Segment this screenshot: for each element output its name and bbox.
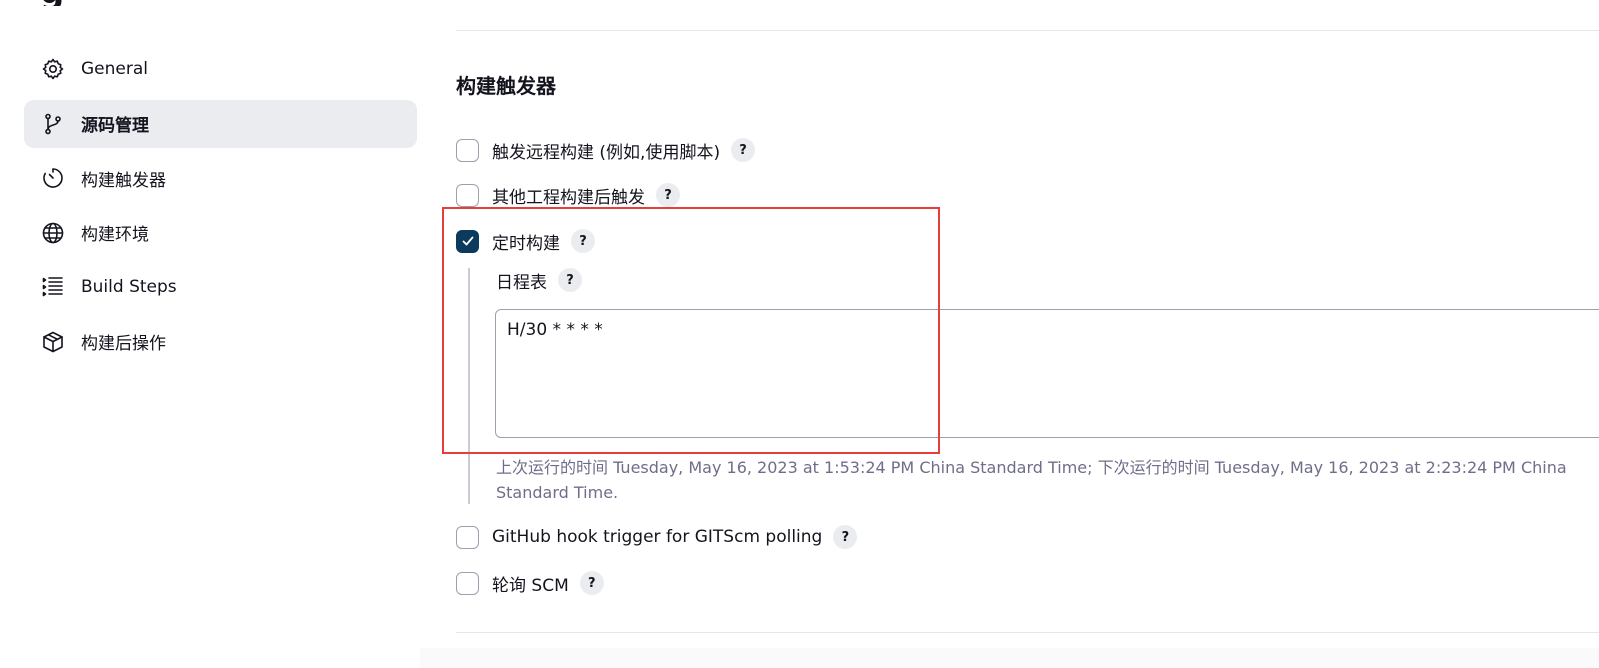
schedule-textarea[interactable]: H/30 * * * *	[495, 309, 1599, 438]
section-divider-top	[456, 30, 1599, 31]
trigger-option-github-hook: GitHub hook trigger for GITScm polling ?	[456, 523, 858, 551]
help-icon[interactable]: ?	[656, 183, 680, 207]
source-branch-icon	[40, 111, 66, 137]
help-icon[interactable]: ?	[731, 138, 756, 162]
help-icon[interactable]: ?	[558, 268, 582, 292]
sidebar-item-post-build-actions[interactable]: 构建后操作	[24, 318, 417, 366]
package-icon	[40, 329, 66, 355]
timer-icon	[40, 165, 66, 191]
after-other-projects-checkbox[interactable]	[456, 183, 479, 207]
sidebar-item-build-steps[interactable]: Build Steps	[24, 263, 417, 311]
trigger-option-build-periodically: 定时构建 ?	[456, 227, 595, 255]
list-steps-icon	[40, 274, 66, 300]
sidebar-item-build-triggers[interactable]: 构建触发器	[24, 154, 417, 202]
help-icon[interactable]: ?	[571, 229, 595, 253]
remote-build-label[interactable]: 触发远程构建 (例如,使用脚本)	[492, 138, 720, 163]
trigger-option-remote-build: 触发远程构建 (例如,使用脚本) ?	[456, 136, 756, 164]
sidebar-item-label: General	[81, 59, 148, 79]
help-icon[interactable]: ?	[579, 571, 604, 595]
page-title: g	[40, 0, 150, 6]
sidebar-item-label: Build Steps	[81, 277, 177, 297]
jenkins-job-config-page: g General 源码管理	[0, 0, 1599, 668]
trigger-option-poll-scm: 轮询 SCM ?	[456, 569, 604, 597]
section-divider-bottom	[456, 632, 1599, 633]
trigger-option-after-other-projects: 其他工程构建后触发 ?	[456, 181, 680, 209]
poll-scm-checkbox[interactable]	[456, 571, 479, 595]
sidebar-item-label: 构建后操作	[81, 334, 166, 354]
build-periodically-checkbox[interactable]	[456, 229, 479, 253]
sidebar-item-general[interactable]: General	[24, 45, 417, 93]
sidebar-item-label: 构建触发器	[81, 170, 166, 191]
footer-area	[420, 648, 1599, 668]
config-sidebar: General 源码管理 构建触发器 构建环境 Build Steps 构建后操…	[24, 45, 417, 372]
schedule-run-info: 上次运行的时间 Tuesday, May 16, 2023 at 1:53:24…	[496, 458, 1567, 502]
build-periodically-label[interactable]: 定时构建	[492, 229, 560, 254]
schedule-label: 日程表	[496, 272, 547, 293]
poll-scm-label[interactable]: 轮询 SCM	[492, 571, 569, 596]
github-hook-label[interactable]: GitHub hook trigger for GITScm polling	[492, 527, 822, 547]
gear-icon	[40, 56, 66, 82]
sidebar-item-label: 构建环境	[81, 225, 149, 245]
sidebar-item-label: 源码管理	[81, 116, 149, 136]
checkmark-icon	[462, 236, 473, 246]
remote-build-checkbox[interactable]	[456, 138, 479, 162]
section-title-build-triggers: 构建触发器	[456, 74, 556, 98]
globe-icon	[40, 220, 66, 246]
sidebar-item-source-control[interactable]: 源码管理	[24, 99, 417, 148]
sidebar-item-build-environment[interactable]: 构建环境	[24, 209, 417, 257]
nested-section-indicator	[468, 268, 470, 504]
github-hook-checkbox[interactable]	[456, 525, 479, 549]
help-icon[interactable]: ?	[833, 525, 858, 549]
schedule-field-header: 日程表 ?	[496, 266, 582, 294]
after-other-projects-label[interactable]: 其他工程构建后触发	[492, 183, 645, 208]
